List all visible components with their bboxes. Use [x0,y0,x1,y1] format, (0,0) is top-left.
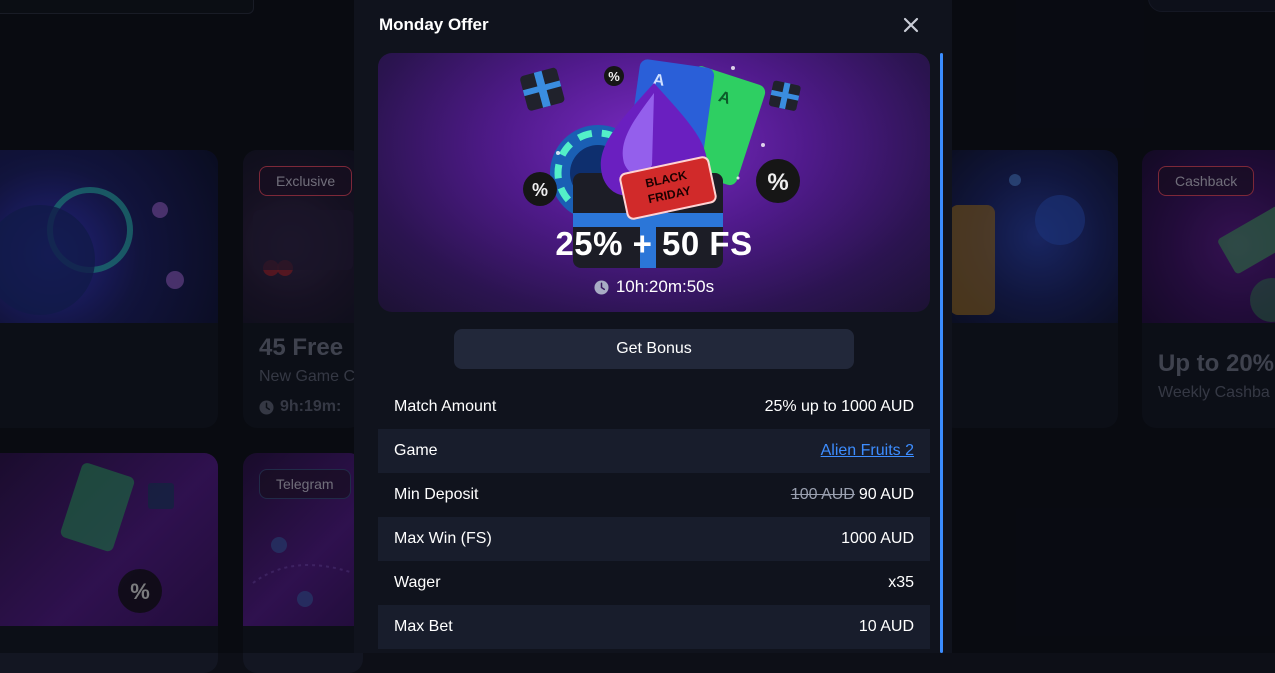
detail-value: x35 [888,574,914,591]
detail-label: Min Deposit [394,486,479,503]
detail-value: 100 AUD 90 AUD [791,486,914,504]
detail-row-max-bet: Max Bet 10 AUD [378,605,930,649]
offer-timer-value: 10h:20m:50s [615,277,715,296]
promo-card-telegram[interactable]: Telegram [243,453,363,673]
old-price: 100 AUD [790,486,855,503]
offer-hero: A A BLACK FRIDAY % % % 25% + 50 FS 10h:2… [378,53,930,312]
game-link[interactable]: Alien Fruits 2 [821,442,914,460]
promo-card-cashback[interactable]: Cashback Up to 20% Weekly Cashba [1142,150,1275,428]
promo-card[interactable]: % [0,453,218,673]
promo-card-exclusive[interactable]: Exclusive 45 Free New Game C 9h:19m: [243,150,363,428]
modal-scrollbar[interactable] [940,53,943,653]
detail-value: 25% up to 1000 AUD [764,398,914,415]
detail-label: Match Amount [394,398,497,415]
offer-amount: 25% + 50 FS [555,225,753,262]
offer-modal: Monday Offer A A BLACK FRIDAY % % % 25% … [354,0,952,653]
svg-text:%: % [532,180,548,200]
black-friday-art: % [0,453,218,626]
detail-row-match-amount: Match Amount 25% up to 1000 AUD [378,385,930,429]
promo-card-art [940,150,1118,323]
telegram-badge: Telegram [259,469,351,499]
promo-card-timer-value: 9h:19m: [280,398,342,415]
svg-text:%: % [767,169,788,196]
promo-card-subtitle: New Game C [259,368,356,385]
offer-details-table: Match Amount 25% up to 1000 AUD Game Ali… [378,385,930,649]
clock-icon [259,399,274,415]
clock-icon [594,279,609,295]
detail-label: Wager [394,574,441,591]
promo-card-title: 45 Free [259,334,344,361]
top-right-control[interactable] [1148,0,1275,12]
promo-card[interactable] [940,150,1118,428]
detail-row-max-win: Max Win (FS) 1000 AUD [378,517,930,561]
detail-row-game: Game Alien Fruits 2 [378,429,930,473]
new-price: 90 AUD [858,486,914,503]
promo-card-title: Up to 20% [1158,350,1275,377]
modal-title: Monday Offer [379,15,489,34]
detail-label: Max Win (FS) [394,530,492,547]
close-button[interactable] [899,13,923,37]
promo-card-subtitle: Weekly Cashba [1158,384,1270,401]
promo-card-timer: 9h:19m: [259,398,341,416]
cashback-badge: Cashback [1158,166,1255,196]
promo-card-art [0,150,218,323]
top-search-box[interactable] [0,0,254,14]
black-friday-illustration: A A BLACK FRIDAY % % % [520,59,801,268]
svg-text:%: % [130,579,150,604]
detail-row-min-deposit: Min Deposit 100 AUD 90 AUD [378,473,930,517]
offer-timer: 10h:20m:50s [378,277,930,297]
close-icon [903,17,919,33]
detail-value: 1000 AUD [841,530,914,547]
chips-art [0,187,184,315]
detail-row-wager: Wager x35 [378,561,930,605]
detail-label: Max Bet [394,618,453,635]
svg-text:%: % [608,69,620,84]
detail-value: 10 AUD [858,618,914,635]
exclusive-badge: Exclusive [259,166,353,196]
promo-card[interactable] [0,150,218,428]
get-bonus-button[interactable]: Get Bonus [454,329,854,369]
detail-label: Game [394,442,438,459]
